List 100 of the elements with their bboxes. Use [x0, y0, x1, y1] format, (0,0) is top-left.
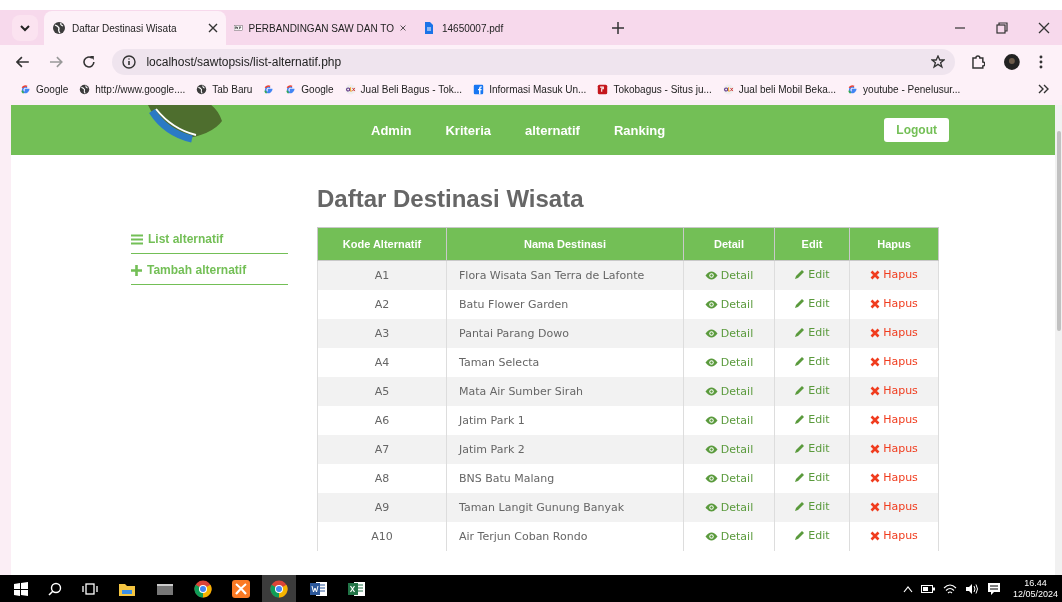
google-icon: [20, 83, 31, 95]
edit-link[interactable]: Edit: [794, 297, 830, 310]
delete-link[interactable]: Hapus: [870, 297, 918, 311]
bookmark[interactable]: Jual beli Mobil Beka...: [722, 83, 837, 95]
google-icon: [285, 83, 297, 95]
globe-icon: [196, 83, 208, 95]
eye-icon: [704, 531, 718, 541]
avatar-icon[interactable]: [1004, 53, 1021, 70]
reload-icon[interactable]: [81, 54, 96, 69]
browser-tab[interactable]: PERBANDINGAN SAW DAN TO: [226, 11, 414, 45]
sidebar-link[interactable]: Tambah alternatif: [131, 256, 288, 285]
pencil-icon: [794, 414, 806, 425]
speaker-icon[interactable]: [964, 582, 979, 595]
pencil-icon: [794, 472, 806, 483]
close-icon[interactable]: [399, 23, 406, 33]
cross-icon: [870, 443, 881, 454]
menu-icon[interactable]: [1039, 54, 1043, 69]
search-icon[interactable]: [48, 581, 62, 596]
active-app[interactable]: [262, 575, 296, 602]
close-icon[interactable]: [1038, 21, 1050, 34]
sidebar-link[interactable]: List alternatif: [131, 225, 288, 254]
list-icon: [131, 233, 143, 245]
battery-icon[interactable]: [920, 584, 935, 593]
forward-icon[interactable]: [48, 54, 63, 69]
bookmark[interactable]: Google: [285, 83, 334, 95]
plus-icon: [131, 264, 142, 276]
detail-link[interactable]: Detail: [704, 471, 754, 485]
detail-link[interactable]: Detail: [704, 529, 754, 543]
edit-link[interactable]: Edit: [794, 471, 830, 484]
bookmark[interactable]: Tokobagus - Situs ju...: [597, 83, 712, 95]
eye-icon: [704, 328, 718, 338]
extensions-icon[interactable]: [971, 54, 986, 69]
table-cell: Taman Langit Gunung Banyak: [446, 493, 684, 522]
cross-icon: [870, 356, 881, 367]
edit-link[interactable]: Edit: [794, 529, 830, 542]
pencil-icon: [794, 356, 806, 367]
eye-icon: [704, 386, 718, 396]
browser-tab[interactable]: Daftar Destinasi Wisata: [44, 11, 226, 45]
scrollbar[interactable]: [1055, 105, 1062, 575]
edit-link[interactable]: Edit: [794, 355, 830, 368]
notification-icon[interactable]: [986, 581, 1001, 596]
delete-link[interactable]: Hapus: [870, 355, 918, 369]
nav-link[interactable]: Kriteria: [445, 122, 491, 138]
nav-link[interactable]: Ranking: [613, 122, 666, 138]
detail-link[interactable]: Detail: [704, 413, 754, 427]
bookmark[interactable]: [263, 83, 275, 95]
bookmark[interactable]: Jual Beli Bagus - Tok...: [344, 83, 463, 95]
logout-button[interactable]: Logout: [884, 118, 949, 142]
tab-title: 14650007.pdf: [442, 22, 505, 34]
bookmark[interactable]: youtube - Penelusur...: [847, 83, 961, 95]
column-header: Detail: [683, 227, 775, 261]
windows-icon[interactable]: [14, 581, 28, 596]
detail-link[interactable]: Detail: [704, 355, 754, 369]
page-heading: Daftar Destinasi Wisata: [317, 185, 585, 213]
back-icon[interactable]: [16, 54, 30, 69]
cross-icon: [870, 414, 881, 425]
eye-icon: [704, 415, 718, 425]
shop-icon: [597, 83, 609, 95]
word-icon[interactable]: [310, 580, 328, 597]
column-header: Nama Destinasi: [446, 227, 684, 261]
table-cell: Flora Wisata San Terra de Lafonte: [446, 260, 684, 290]
browser-tab[interactable]: 14650007.pdf: [414, 11, 602, 45]
nav-link[interactable]: alternatif: [525, 122, 580, 138]
restore-icon[interactable]: [996, 21, 1008, 34]
window-icon[interactable]: [156, 581, 174, 596]
excel-icon[interactable]: [348, 580, 366, 597]
address-bar[interactable]: localhost/sawtopsis/list-alternatif.php: [112, 48, 956, 75]
eye-icon: [704, 502, 718, 512]
olx-icon: [344, 83, 356, 95]
bookmark[interactable]: http://www.google....: [79, 83, 186, 95]
nav-link[interactable]: Admin: [371, 122, 412, 138]
chrome-icon: [270, 579, 288, 598]
star-icon[interactable]: [931, 54, 946, 69]
dropdown-icon[interactable]: [12, 14, 38, 41]
eye-icon: [704, 299, 718, 309]
new-tab-icon[interactable]: [612, 21, 624, 34]
wifi-icon[interactable]: [942, 582, 957, 595]
chevron-icon[interactable]: [1038, 84, 1050, 94]
chrome-icon[interactable]: [194, 579, 212, 598]
cross-icon: [870, 385, 881, 396]
column-header: Hapus: [849, 227, 939, 261]
column-header: Kode Alternatif: [317, 227, 447, 261]
bookmark[interactable]: Google: [20, 83, 69, 95]
tab-title: PERBANDINGAN SAW DAN TO: [248, 22, 394, 34]
cross-icon: [870, 501, 881, 512]
caret-icon[interactable]: [902, 584, 913, 593]
edit-link[interactable]: Edit: [794, 413, 830, 426]
delete-link[interactable]: Hapus: [870, 529, 918, 543]
eye-icon: [704, 357, 718, 367]
bookmark[interactable]: Informasi Masuk Un...: [473, 83, 587, 95]
info-icon[interactable]: [122, 54, 137, 69]
detail-link[interactable]: Detail: [704, 297, 754, 311]
cross-icon: [870, 298, 881, 309]
bookmark[interactable]: Tab Baru: [196, 83, 253, 95]
close-icon[interactable]: [208, 23, 218, 33]
xampp-icon[interactable]: [232, 579, 250, 598]
delete-link[interactable]: Hapus: [870, 413, 918, 427]
delete-link[interactable]: Hapus: [870, 471, 918, 485]
pencil-icon: [794, 443, 806, 454]
task-view-icon[interactable]: [82, 581, 98, 596]
